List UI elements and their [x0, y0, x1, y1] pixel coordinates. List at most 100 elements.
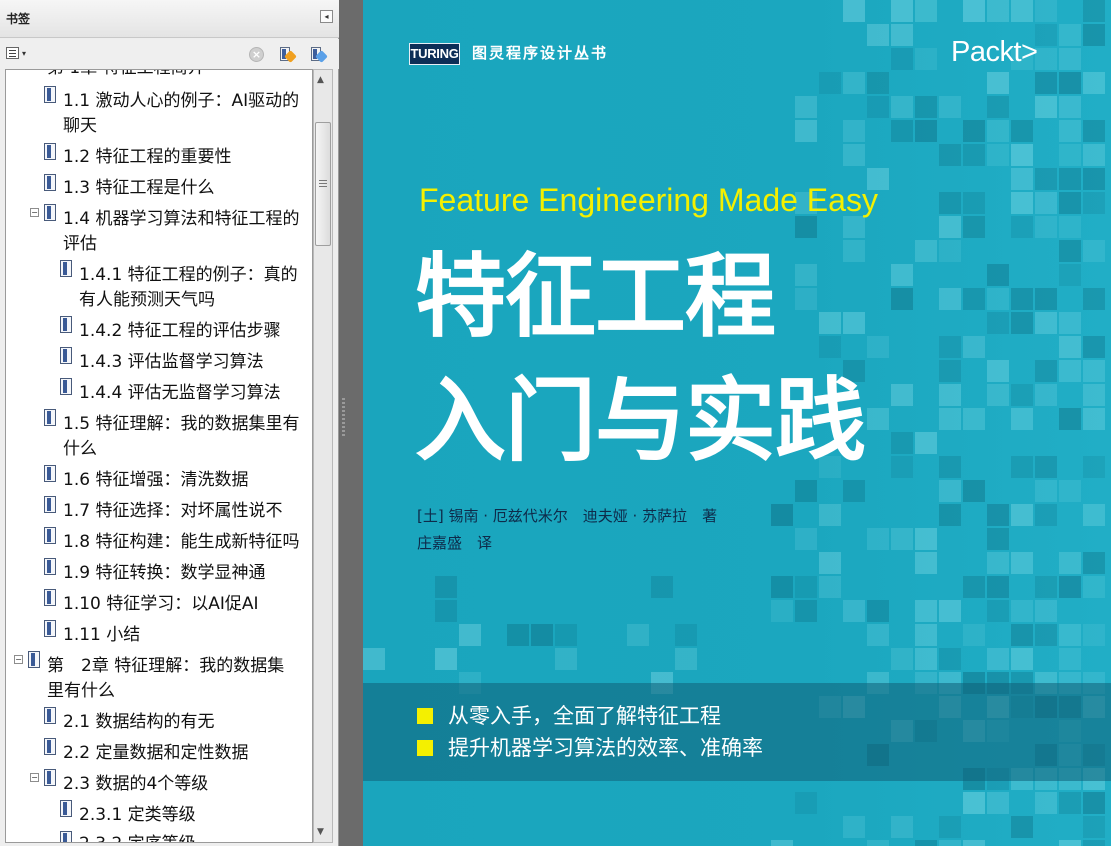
- bookmark-1-4-2[interactable]: 1.4.2 特征工程的评估步骤: [79, 319, 281, 344]
- mosaic-tile: [1059, 144, 1081, 166]
- bookmark-1-9[interactable]: 1.9 特征转换：数学显神通: [63, 561, 265, 586]
- tree-scrollbar[interactable]: ▲ ▼: [313, 69, 333, 843]
- panel-splitter[interactable]: [340, 0, 363, 846]
- mosaic-tile: [363, 648, 385, 670]
- mosaic-tile: [987, 288, 1009, 310]
- mosaic-tile: [1059, 240, 1081, 262]
- mosaic-tile: [627, 624, 649, 646]
- mosaic-tile: [1011, 384, 1033, 406]
- feature-text: 从零入手，全面了解特征工程: [448, 704, 721, 728]
- mosaic-tile: [1035, 360, 1057, 382]
- mosaic-tile: [1011, 312, 1033, 334]
- mosaic-tile: [987, 264, 1009, 286]
- mosaic-tile: [987, 384, 1009, 406]
- bookmark-1-2[interactable]: 1.2 特征工程的重要性: [63, 145, 231, 170]
- bookmark-2-2[interactable]: 2.2 定量数据和定性数据: [63, 741, 248, 766]
- mosaic-tile: [843, 816, 865, 838]
- bookmark-1-4-1[interactable]: 1.4.1 特征工程的例子：真的 有人能预测天气吗: [79, 263, 298, 313]
- mosaic-tile: [1059, 24, 1081, 46]
- mosaic-tile: [1059, 624, 1081, 646]
- bookmark-1-4-3[interactable]: 1.4.3 评估监督学习算法: [79, 350, 264, 375]
- bookmark-1-6[interactable]: 1.6 特征增强：清洗数据: [63, 468, 248, 493]
- bookmark-2-3-2[interactable]: 2.3.2 定序等级: [79, 832, 196, 842]
- bookmark-chapter-2[interactable]: 第 2章 特征理解：我的数据集 里有什么: [47, 654, 284, 704]
- collapse-toggle[interactable]: −: [30, 208, 39, 217]
- mosaic-tile: [963, 288, 985, 310]
- mosaic-tile: [1035, 624, 1057, 646]
- mosaic-tile: [1059, 168, 1081, 190]
- mosaic-tile: [1011, 648, 1033, 670]
- mosaic-tile: [1083, 408, 1105, 430]
- mosaic-tile: [963, 216, 985, 238]
- mosaic-tile: [771, 600, 793, 622]
- bookmark-label: 什么: [63, 439, 97, 459]
- mosaic-tile: [891, 120, 913, 142]
- bookmark-chapter-1[interactable]: 第 1章 特征工程简介: [47, 70, 205, 81]
- bookmark-2-3-1[interactable]: 2.3.1 定类等级: [79, 803, 196, 828]
- bookmark-icon: [60, 831, 72, 842]
- bookmark-1-10[interactable]: 1.10 特征学习：以AI促AI: [63, 592, 259, 617]
- feature-item: 从零入手，全面了解特征工程: [417, 700, 721, 730]
- mosaic-tile: [1011, 144, 1033, 166]
- mosaic-tile: [1083, 840, 1105, 846]
- collapse-toggle[interactable]: −: [30, 773, 39, 782]
- bookmark-icon: [44, 620, 56, 637]
- options-menu-button[interactable]: ▾: [6, 46, 32, 62]
- bookmark-icon: [44, 769, 56, 786]
- mosaic-tile: [771, 504, 793, 526]
- mosaic-tile: [1083, 120, 1105, 142]
- new-bookmark-button[interactable]: [278, 46, 297, 63]
- mosaic-tile: [1059, 792, 1081, 814]
- bookmark-1-11[interactable]: 1.11 小结: [63, 623, 140, 648]
- bookmark-icon: [28, 651, 40, 668]
- bookmark-2-3[interactable]: 2.3 数据的4个等级: [63, 772, 208, 797]
- bookmark-1-4[interactable]: 1.4 机器学习算法和特征工程的 评估: [63, 207, 299, 257]
- bookmark-icon: [60, 260, 72, 277]
- bookmark-2-1[interactable]: 2.1 数据结构的有无: [63, 710, 214, 735]
- mosaic-tile: [915, 432, 937, 454]
- turing-logo: TURING: [409, 43, 460, 65]
- bookmark-1-3[interactable]: 1.3 特征工程是什么: [63, 176, 214, 201]
- mosaic-tile: [987, 648, 1009, 670]
- mosaic-tile: [939, 240, 961, 262]
- mosaic-tile: [891, 648, 913, 670]
- mosaic-tile: [891, 264, 913, 286]
- mosaic-tile: [1083, 24, 1105, 46]
- bookmark-icon: [44, 527, 56, 544]
- list-options-icon: [6, 47, 19, 59]
- scroll-down-arrow-icon[interactable]: ▼: [317, 827, 324, 837]
- scroll-up-arrow-icon[interactable]: ▲: [317, 75, 324, 85]
- mosaic-tile: [1035, 72, 1057, 94]
- bookmark-icon: [60, 316, 72, 333]
- mosaic-tile: [915, 600, 937, 622]
- mosaic-tile: [987, 0, 1009, 22]
- delete-bookmark-button[interactable]: ×: [248, 46, 265, 63]
- bookmark-1-7[interactable]: 1.7 特征选择：对坏属性说不: [63, 499, 282, 524]
- find-bookmark-button[interactable]: [309, 46, 328, 63]
- mosaic-tile: [987, 792, 1009, 814]
- bookmark-icon: [44, 143, 56, 160]
- mosaic-tile: [987, 96, 1009, 118]
- bookmark-1-1[interactable]: 1.1 激动人心的例子：AI驱动的 聊天: [63, 89, 299, 139]
- collapse-toggle[interactable]: −: [14, 655, 23, 664]
- mosaic-tile: [819, 552, 841, 574]
- scroll-thumb[interactable]: [315, 122, 331, 246]
- mosaic-tile: [987, 360, 1009, 382]
- authors-line: [土] 锡南 · 厄兹代米尔 迪夫娅 · 苏萨拉 著: [417, 507, 718, 525]
- mosaic-tile: [1083, 504, 1105, 526]
- mosaic-tile: [1059, 48, 1081, 70]
- mosaic-tile: [507, 624, 529, 646]
- mosaic-tile: [1035, 168, 1057, 190]
- mosaic-tile: [1035, 576, 1057, 598]
- bookmark-1-5[interactable]: 1.5 特征理解：我的数据集里有 什么: [63, 412, 299, 462]
- bookmark-1-4-4[interactable]: 1.4.4 评估无监督学习算法: [79, 381, 281, 406]
- mosaic-tile: [1083, 288, 1105, 310]
- bookmark-label: 1.4.1 特征工程的例子：真的: [79, 265, 298, 285]
- mosaic-tile: [1083, 360, 1105, 382]
- mosaic-tile: [915, 120, 937, 142]
- bookmark-1-8[interactable]: 1.8 特征构建：能生成新特征吗: [63, 530, 299, 555]
- mosaic-tile: [939, 408, 961, 430]
- mosaic-tile: [1083, 72, 1105, 94]
- collapse-panel-button[interactable]: ◂: [320, 10, 333, 23]
- mosaic-tile: [1083, 0, 1105, 22]
